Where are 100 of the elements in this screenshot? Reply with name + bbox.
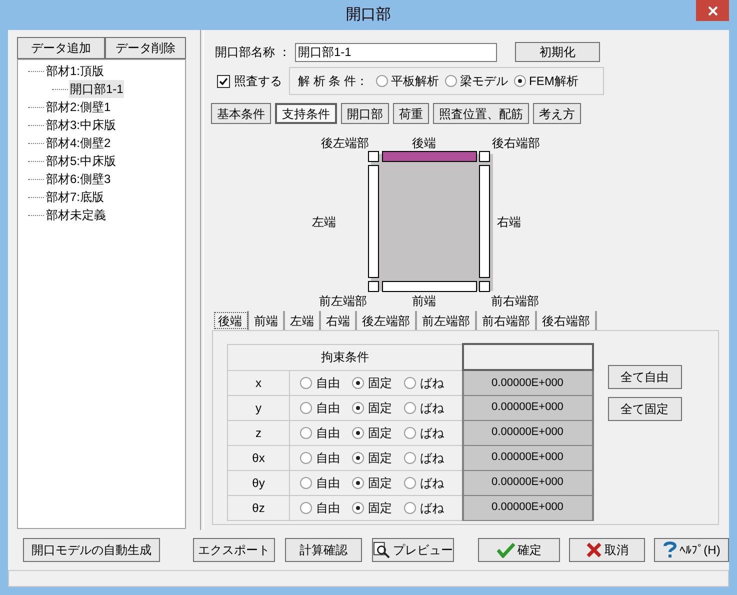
footer-button[interactable]: エクスポート: [193, 538, 275, 562]
tree-item[interactable]: 開口部1-1: [69, 80, 124, 98]
diagram-label: 前右端部: [491, 293, 539, 310]
option-label: 固定: [368, 400, 392, 416]
option-label: ばね: [420, 374, 444, 392]
row-label: θz: [228, 495, 290, 520]
option-label: 自由: [316, 474, 340, 492]
option-label: 固定: [368, 500, 392, 516]
option-label: ばね: [420, 424, 444, 442]
close-button[interactable]: [696, 0, 729, 21]
option-label: ばね: [420, 400, 444, 416]
tab[interactable]: 開口部: [341, 103, 389, 124]
option-label: 自由: [316, 450, 340, 466]
radio-option[interactable]: 固定: [352, 448, 392, 466]
question-icon: [662, 541, 677, 559]
option-label: 自由: [316, 400, 340, 416]
tree-item[interactable]: 部材3:中床版: [45, 116, 118, 134]
option-label: 平板解析: [391, 73, 440, 90]
radio-option[interactable]: 固定: [352, 474, 392, 492]
radio-option[interactable]: 固定: [352, 374, 392, 392]
row-label: x: [228, 370, 290, 395]
radio-option[interactable]: 自由: [300, 498, 340, 516]
option-label: 固定: [368, 424, 392, 442]
radio-option[interactable]: ばね: [404, 424, 444, 442]
tab[interactable]: 後端: [213, 311, 249, 330]
tree-item[interactable]: 部材5:中床版: [45, 152, 118, 170]
footer-button[interactable]: 開口モデルの自動生成: [23, 538, 160, 562]
option-label: 固定: [368, 474, 392, 492]
tree-item[interactable]: 部材1:頂版: [45, 62, 106, 80]
diagram-label: 前端: [412, 293, 436, 310]
row-label: θy: [228, 470, 290, 495]
diagram-label: 前左端部: [319, 293, 367, 310]
option-label: 自由: [316, 424, 340, 442]
value-cell: 0.00000E+000: [462, 445, 592, 470]
radio-option[interactable]: 自由: [300, 374, 340, 392]
toolbar-button[interactable]: データ削除: [105, 37, 186, 59]
radio-option[interactable]: 固定: [352, 424, 392, 442]
radio-option[interactable]: 自由: [300, 398, 340, 416]
footer-button[interactable]: 確定: [478, 538, 560, 562]
radio-option[interactable]: ばね: [404, 374, 444, 392]
tab[interactable]: 照査位置、配筋: [433, 103, 529, 124]
edge-bar[interactable]: [368, 165, 379, 278]
radio-option[interactable]: 自由: [300, 424, 340, 442]
tree-item[interactable]: 部材未定義: [45, 206, 107, 224]
footer-button[interactable]: 取消: [569, 538, 645, 562]
tab[interactable]: 荷重: [393, 103, 429, 124]
edge-bar[interactable]: [382, 281, 477, 292]
footer-button[interactable]: 計算確認: [285, 538, 362, 562]
magnifier-icon: [373, 541, 390, 559]
radio-option[interactable]: 固定: [352, 498, 392, 516]
tree-item[interactable]: 部材2:側壁1: [45, 98, 112, 116]
corner-block[interactable]: [479, 281, 490, 292]
radio-option[interactable]: ばね: [404, 448, 444, 466]
option-label: ばね: [420, 450, 444, 466]
tab[interactable]: 基本条件: [211, 103, 271, 124]
tree-item[interactable]: 部材6:側壁3: [45, 170, 112, 188]
corner-block[interactable]: [368, 151, 379, 162]
value-cell: 0.00000E+000: [462, 420, 592, 445]
diagram-label: 左端: [312, 214, 336, 231]
row-label: z: [228, 420, 290, 445]
tab[interactable]: 支持条件: [275, 103, 337, 124]
radio-option[interactable]: 自由: [300, 448, 340, 466]
tree-item[interactable]: 部材7:底版: [45, 188, 106, 206]
corner-block[interactable]: [479, 151, 490, 162]
radio-option[interactable]: FEM解析: [514, 72, 578, 90]
radio-option[interactable]: 平板解析: [376, 72, 440, 90]
toolbar-button[interactable]: データ追加: [17, 37, 105, 59]
tab[interactable]: 考え方: [533, 103, 581, 124]
value-cell: 0.00000E+000: [462, 470, 592, 495]
tree-item[interactable]: 部材4:側壁2: [45, 134, 112, 152]
edge-bar[interactable]: [479, 165, 490, 278]
radio-option[interactable]: ばね: [404, 398, 444, 416]
check-option[interactable]: 照査する: [217, 72, 289, 90]
option-label: 自由: [316, 500, 340, 516]
column-header: 拘束条件: [228, 344, 462, 370]
action-button[interactable]: 全て固定: [608, 397, 682, 421]
value-cell: 0.00000E+000: [462, 395, 592, 420]
option-label: 固定: [368, 374, 392, 392]
option-label: FEM解析: [529, 73, 578, 90]
checkbox[interactable]: [217, 74, 230, 88]
row-label: y: [228, 395, 290, 420]
reset-button[interactable]: 初期化: [515, 42, 600, 62]
footer-button[interactable]: プレビュー: [372, 538, 454, 562]
radio-option[interactable]: ばね: [404, 498, 444, 516]
footer-button[interactable]: ﾍﾙﾌﾟ(H): [654, 538, 729, 562]
value-cell: 0.00000E+000: [462, 370, 592, 395]
option-label: 自由: [316, 374, 340, 392]
name-label: 開口部名称 ：: [215, 44, 292, 61]
check-icon: [219, 76, 228, 86]
corner-block[interactable]: [368, 281, 379, 292]
radio-option[interactable]: 固定: [352, 398, 392, 416]
radio-option[interactable]: 自由: [300, 474, 340, 492]
radio-option[interactable]: 梁モデル: [445, 72, 508, 90]
name-field[interactable]: 開口部1-1: [295, 42, 497, 62]
value-cell: 0.00000E+000: [462, 495, 592, 520]
check-label: 照査する: [234, 73, 282, 90]
radio-option[interactable]: ばね: [404, 474, 444, 492]
option-label: ばね: [420, 500, 444, 516]
action-button[interactable]: 全て自由: [608, 365, 682, 389]
check-icon: [496, 542, 514, 558]
